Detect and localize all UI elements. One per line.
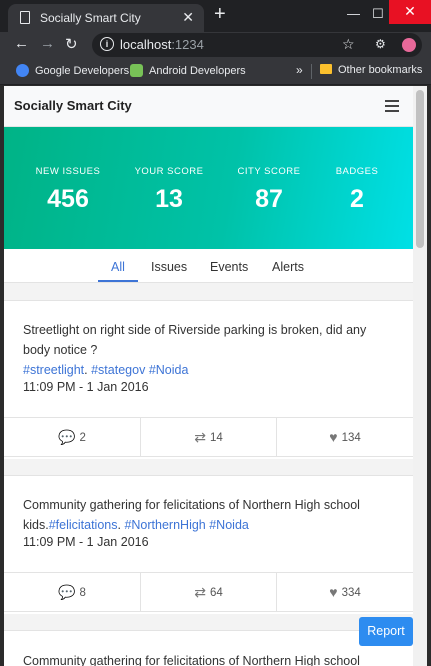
tab-all[interactable]: All bbox=[111, 260, 125, 274]
stat-label: YOUR SCORE bbox=[134, 166, 204, 177]
feed-tabs: All Issues Events Alerts bbox=[4, 249, 413, 283]
back-arrow-icon[interactable]: ← bbox=[14, 35, 29, 52]
stat-value: 456 bbox=[47, 185, 89, 213]
tab-events[interactable]: Events bbox=[210, 260, 248, 274]
feed-spacer bbox=[4, 614, 413, 631]
folder-icon bbox=[320, 64, 332, 74]
comment-button[interactable]: 💬 8 bbox=[4, 573, 140, 612]
post-text: Streetlight on right side of Riverside p… bbox=[23, 323, 367, 377]
feed-post: Community gathering for felicitations of… bbox=[4, 631, 413, 666]
app-brand[interactable]: Socially Smart City bbox=[14, 98, 132, 113]
minimize-icon[interactable]: — bbox=[347, 6, 360, 21]
stat-label: BADGES bbox=[335, 166, 379, 177]
close-tab-icon[interactable]: ✕ bbox=[182, 9, 194, 26]
stat-label: NEW ISSUES bbox=[35, 166, 101, 177]
reload-icon[interactable]: ↻ bbox=[65, 35, 78, 53]
comment-button[interactable]: 💬 2 bbox=[4, 418, 140, 457]
stat-badges: BADGES 2 bbox=[317, 166, 397, 214]
url-text: localhost:1234 bbox=[120, 37, 204, 52]
retweet-button[interactable]: ⇄ 14 bbox=[141, 418, 276, 457]
scrollbar-thumb[interactable] bbox=[416, 90, 424, 248]
profile-avatar-icon[interactable] bbox=[402, 38, 416, 52]
bookmarks-divider bbox=[311, 64, 312, 79]
hashtag-link[interactable]: #NorthernHigh bbox=[124, 518, 205, 532]
browser-tab[interactable]: Socially Smart City ✕ bbox=[8, 4, 204, 32]
feed-spacer bbox=[4, 283, 413, 301]
maximize-icon[interactable]: ☐ bbox=[372, 6, 384, 22]
extension-icon[interactable]: ⚙ bbox=[375, 37, 386, 51]
hashtag-link[interactable]: #stategov bbox=[91, 363, 145, 377]
bookmarks-bar: Google Developers Android Developers » O… bbox=[0, 58, 431, 85]
google-developers-icon bbox=[16, 64, 29, 77]
info-icon[interactable]: i bbox=[100, 37, 114, 51]
comments-icon: 💬 bbox=[58, 429, 76, 445]
feed-spacer bbox=[4, 459, 413, 476]
heart-icon: ♥ bbox=[329, 584, 338, 600]
stat-value: 2 bbox=[350, 185, 364, 213]
tab-title: Socially Smart City bbox=[40, 11, 141, 25]
post-timestamp: 11:09 PM - 1 Jan 2016 bbox=[23, 535, 149, 549]
menu-icon[interactable] bbox=[385, 100, 399, 115]
forward-arrow-icon[interactable]: → bbox=[40, 35, 55, 52]
android-icon bbox=[130, 64, 143, 77]
retweet-button[interactable]: ⇄ 64 bbox=[141, 573, 276, 612]
window-border bbox=[427, 86, 431, 666]
tab-alerts[interactable]: Alerts bbox=[272, 260, 304, 274]
heart-icon: ♥ bbox=[329, 429, 338, 445]
address-bar[interactable]: i localhost:1234 ☆ ⚙ bbox=[92, 33, 422, 57]
stat-your-score: YOUR SCORE 13 bbox=[129, 166, 209, 214]
post-text: Community gathering for felicitations of… bbox=[23, 498, 360, 532]
feed-post: Community gathering for felicitations of… bbox=[4, 476, 413, 634]
browser-toolbar: ← → ↻ i localhost:1234 ☆ ⚙ bbox=[0, 32, 431, 58]
page-viewport: Socially Smart City NEW ISSUES 456 YOUR … bbox=[4, 86, 413, 666]
post-timestamp: 11:09 PM - 1 Jan 2016 bbox=[23, 380, 149, 394]
post-actions: 💬 8 ⇄ 64 ♥ 334 bbox=[4, 572, 413, 612]
stat-value: 87 bbox=[255, 185, 283, 213]
retweet-icon: ⇄ bbox=[194, 584, 206, 600]
browser-titlebar: Socially Smart City ✕ + — ☐ ✕ bbox=[0, 0, 431, 32]
app-navbar: Socially Smart City bbox=[4, 86, 413, 127]
report-button[interactable]: Report bbox=[359, 617, 413, 646]
bookmark-star-icon[interactable]: ☆ bbox=[342, 36, 355, 53]
stat-label: CITY SCORE bbox=[237, 166, 301, 177]
retweet-icon: ⇄ bbox=[194, 429, 206, 445]
bookmark-android-developers[interactable]: Android Developers bbox=[130, 64, 246, 77]
like-button[interactable]: ♥ 134 bbox=[277, 418, 413, 457]
window-close-icon[interactable]: ✕ bbox=[389, 0, 431, 24]
post-actions: 💬 2 ⇄ 14 ♥ 134 bbox=[4, 417, 413, 457]
hashtag-link[interactable]: #streetlight bbox=[23, 363, 84, 377]
comments-icon: 💬 bbox=[58, 584, 76, 600]
bookmark-google-developers[interactable]: Google Developers bbox=[16, 64, 129, 77]
stat-new-issues: NEW ISSUES 456 bbox=[28, 166, 108, 214]
stats-banner: NEW ISSUES 456 YOUR SCORE 13 CITY SCORE … bbox=[4, 127, 413, 249]
hashtag-link[interactable]: #Noida bbox=[209, 518, 249, 532]
feed-post: Streetlight on right side of Riverside p… bbox=[4, 301, 413, 459]
page-scrollbar[interactable] bbox=[413, 86, 427, 666]
new-tab-icon[interactable]: + bbox=[214, 3, 226, 26]
like-button[interactable]: ♥ 334 bbox=[277, 573, 413, 612]
other-bookmarks[interactable]: Other bookmarks bbox=[320, 64, 422, 76]
hashtag-link[interactable]: #felicitations bbox=[49, 518, 118, 532]
hashtag-link[interactable]: #Noida bbox=[149, 363, 189, 377]
more-bookmarks-icon[interactable]: » bbox=[296, 63, 303, 77]
stat-city-score: CITY SCORE 87 bbox=[229, 166, 309, 214]
stat-value: 13 bbox=[155, 185, 183, 213]
post-text: Community gathering for felicitations of… bbox=[23, 654, 360, 666]
tab-issues[interactable]: Issues bbox=[151, 260, 187, 274]
document-icon bbox=[20, 11, 30, 24]
